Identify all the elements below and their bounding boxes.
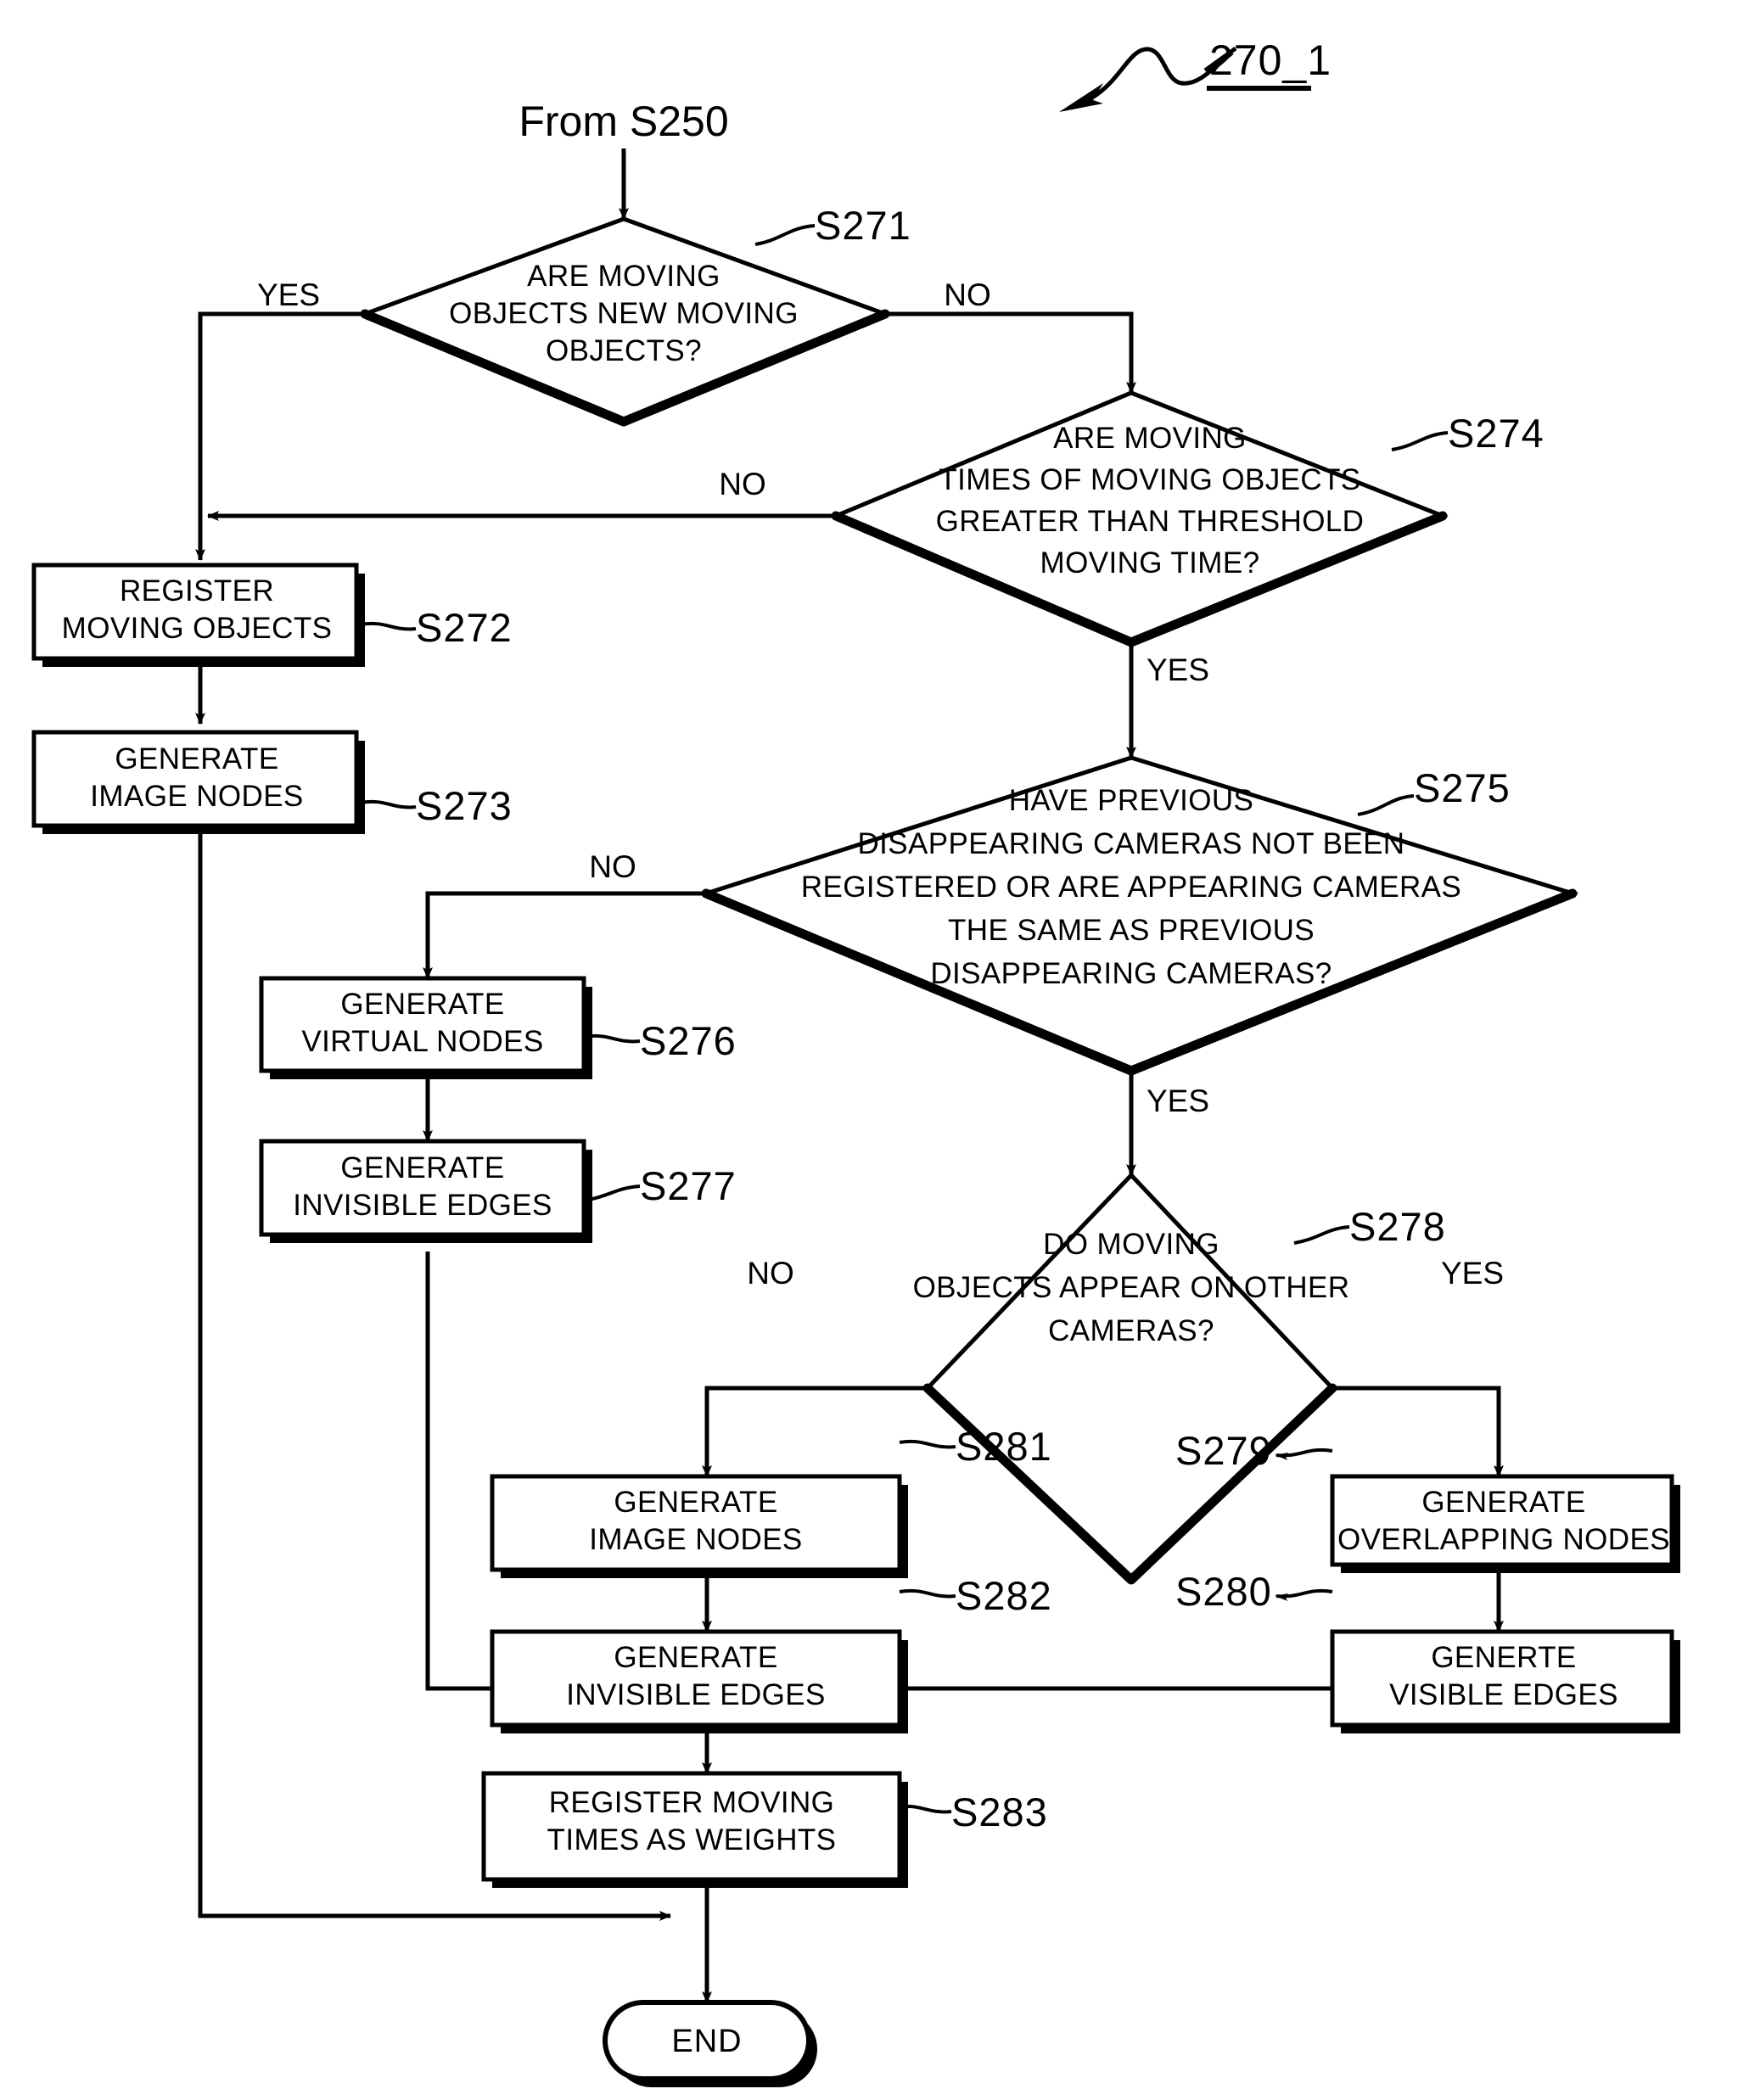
- step-label-s279: S279: [1175, 1428, 1272, 1473]
- connector-s271-yes-to-s272: [195, 311, 365, 561]
- connector-s275-no-to-s276: [423, 891, 706, 979]
- svg-text:GENERATE: GENERATE: [614, 1486, 777, 1519]
- svg-text:THE SAME AS PREVIOUS: THE SAME AS PREVIOUS: [948, 914, 1315, 947]
- step-label-s273: S273: [416, 783, 513, 828]
- svg-text:TIMES AS WEIGHTS: TIMES AS WEIGHTS: [547, 1823, 837, 1856]
- step-label-s280: S280: [1175, 1569, 1272, 1614]
- svg-text:VIRTUAL NODES: VIRTUAL NODES: [301, 1025, 543, 1058]
- flowchart-canvas: 270_1 From S250 ARE MOVING OBJECTS NEW M…: [31, 36, 1680, 2087]
- svg-text:IMAGE NODES: IMAGE NODES: [90, 780, 303, 813]
- flowchart-page: 270_1 From S250 ARE MOVING OBJECTS NEW M…: [0, 0, 1738, 2100]
- leader-s279: [1275, 1448, 1333, 1460]
- step-label-s283: S283: [951, 1789, 1048, 1834]
- svg-text:HAVE PREVIOUS: HAVE PREVIOUS: [1009, 784, 1254, 817]
- branch-label-s271-yes: YES: [257, 277, 320, 312]
- svg-text:MOVING OBJECTS: MOVING OBJECTS: [62, 612, 333, 645]
- svg-text:GENERATE: GENERATE: [340, 1151, 504, 1184]
- connector-s278-yes-to-s279: [1332, 1386, 1504, 1477]
- svg-text:OBJECTS APPEAR ON OTHER: OBJECTS APPEAR ON OTHER: [913, 1271, 1350, 1304]
- svg-text:DISAPPEARING CAMERAS?: DISAPPEARING CAMERAS?: [930, 957, 1332, 990]
- svg-text:GREATER THAN THRESHOLD: GREATER THAN THRESHOLD: [936, 505, 1365, 538]
- leader-s275: [1357, 794, 1415, 816]
- step-label-s276: S276: [640, 1018, 737, 1063]
- svg-text:INVISIBLE EDGES: INVISIBLE EDGES: [566, 1678, 826, 1711]
- svg-text:REGISTERED OR ARE APPEARING CA: REGISTERED OR ARE APPEARING CAMERAS: [801, 871, 1461, 904]
- svg-text:GENERTE: GENERTE: [1431, 1641, 1576, 1674]
- leader-s281: [899, 1439, 956, 1449]
- step-label-s274: S274: [1448, 411, 1545, 456]
- step-label-s278: S278: [1349, 1204, 1446, 1249]
- decision-s278-text: DO MOVING OBJECTS APPEAR ON OTHER CAMERA…: [913, 1228, 1350, 1347]
- step-label-s271: S271: [815, 203, 911, 248]
- leader-s278: [1293, 1225, 1350, 1245]
- svg-text:CAMERAS?: CAMERAS?: [1048, 1314, 1214, 1347]
- svg-text:ARE MOVING: ARE MOVING: [527, 260, 720, 293]
- branch-label-s275-yes: YES: [1147, 1084, 1209, 1118]
- leader-s272: [360, 621, 417, 631]
- svg-text:OVERLAPPING NODES: OVERLAPPING NODES: [1337, 1523, 1670, 1556]
- svg-text:OBJECTS?: OBJECTS?: [546, 334, 702, 367]
- svg-text:INVISIBLE EDGES: INVISIBLE EDGES: [293, 1189, 552, 1222]
- step-label-s282: S282: [956, 1573, 1052, 1618]
- svg-text:REGISTER: REGISTER: [120, 574, 274, 608]
- svg-text:IMAGE NODES: IMAGE NODES: [589, 1523, 802, 1556]
- svg-text:VISIBLE EDGES: VISIBLE EDGES: [1389, 1678, 1618, 1711]
- step-label-s272: S272: [416, 605, 513, 650]
- branch-label-s278-no: NO: [747, 1256, 794, 1291]
- connector-s277-to-merge-rail: [425, 1252, 701, 1691]
- svg-text:REGISTER MOVING: REGISTER MOVING: [549, 1786, 835, 1819]
- svg-text:GENERATE: GENERATE: [340, 988, 504, 1021]
- step-label-s275: S275: [1414, 765, 1511, 810]
- svg-text:ARE MOVING: ARE MOVING: [1053, 422, 1247, 455]
- terminator-end-label: END: [671, 2024, 742, 2059]
- step-label-s277: S277: [640, 1163, 737, 1208]
- step-label-s281: S281: [956, 1424, 1052, 1469]
- branch-label-s275-no: NO: [589, 849, 636, 884]
- entry-label: From S250: [519, 98, 728, 145]
- leader-s273: [360, 799, 417, 809]
- figure-ref-label: 270_1: [1209, 36, 1332, 84]
- svg-text:MOVING TIME?: MOVING TIME?: [1040, 546, 1260, 580]
- branch-label-s271-no: NO: [944, 277, 991, 312]
- branch-label-s274-no: NO: [719, 467, 766, 501]
- svg-text:GENERATE: GENERATE: [1421, 1486, 1585, 1519]
- svg-text:DISAPPEARING CAMERAS NOT BEEN: DISAPPEARING CAMERAS NOT BEEN: [858, 827, 1405, 860]
- leader-s282: [899, 1588, 956, 1599]
- connector-s271-no-to-s274: [885, 311, 1136, 394]
- leader-s271: [754, 224, 816, 246]
- branch-label-s278-yes: YES: [1441, 1256, 1504, 1291]
- svg-text:DO MOVING: DO MOVING: [1043, 1228, 1219, 1261]
- svg-text:GENERATE: GENERATE: [115, 742, 278, 776]
- branch-label-s274-yes: YES: [1147, 652, 1209, 687]
- svg-text:TIMES OF MOVING OBJECTS: TIMES OF MOVING OBJECTS: [939, 463, 1360, 496]
- connector-s278-no-to-s281: [702, 1386, 928, 1477]
- svg-text:GENERATE: GENERATE: [614, 1641, 777, 1674]
- leader-s274: [1391, 431, 1449, 451]
- svg-text:OBJECTS NEW MOVING: OBJECTS NEW MOVING: [449, 297, 799, 330]
- leader-s280: [1275, 1588, 1333, 1601]
